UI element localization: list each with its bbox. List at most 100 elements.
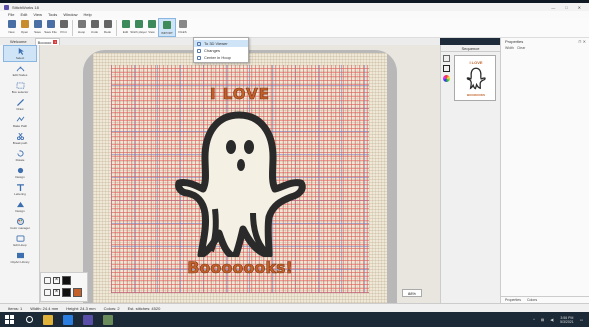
edit-button[interactable]: Edit (119, 18, 132, 37)
save-as-icon (46, 20, 55, 28)
status-width: Width: 24.4 mm (30, 305, 59, 311)
color-swatch-black[interactable] (62, 276, 71, 285)
menu-window[interactable]: Window (63, 12, 77, 17)
file-explorer-icon[interactable] (43, 314, 53, 325)
tool-edit-hoop[interactable]: Edit Hoop (3, 232, 37, 249)
tools-panel: Select Edit Nodes Box selector Draw Make… (0, 45, 40, 303)
properties-clear[interactable]: Clear (517, 46, 525, 50)
view-button[interactable]: View (145, 18, 158, 37)
menu-help[interactable]: Help (84, 12, 92, 17)
volume-icon[interactable]: ◀) (550, 318, 554, 322)
hoop-button[interactable]: Hoop (75, 18, 88, 37)
stitch-app-icon[interactable] (83, 314, 93, 325)
color-swatch-black[interactable] (62, 288, 71, 297)
import-dropdown: To 3D Viewer Changes Center in Hoop (193, 37, 249, 63)
title-bar: StitchWorks 18 — □ ✕ (0, 3, 589, 11)
tab-welcome[interactable]: Welcome (8, 38, 29, 45)
design-icon (16, 201, 24, 207)
game-app-icon[interactable] (103, 314, 113, 325)
main-toolbar: New Open Save Save File Print Hoop Undo … (0, 18, 589, 38)
files-button[interactable]: FILES (176, 18, 189, 37)
zoom-level[interactable]: 88% (402, 289, 422, 297)
dropdown-item-changes[interactable]: Changes (194, 47, 248, 54)
status-stitches: Est. stitches: 4520 (127, 305, 161, 311)
dropdown-item-3d-viewer[interactable]: To 3D Viewer (194, 40, 248, 47)
view-icon (147, 20, 156, 28)
design-canvas[interactable]: I LOVE Booooooks! 88% (40, 45, 440, 303)
status-colors: Colors: 2 (103, 305, 120, 311)
undo-button[interactable]: Undo (88, 18, 101, 37)
menu-view[interactable]: View (33, 12, 42, 17)
dropdown-item-center-in-hoop[interactable]: Center in Hoop (194, 54, 248, 61)
new-button[interactable]: New (5, 18, 18, 37)
printer-icon (59, 20, 68, 28)
panel-pin-icon[interactable]: ⊓ ✕ (578, 39, 589, 44)
changes-icon (197, 48, 201, 53)
tool-lettering[interactable]: Lettering (3, 181, 37, 198)
design-bottom-text[interactable]: Booooooks! (111, 258, 369, 278)
folder-icon (20, 20, 29, 28)
files-icon (178, 20, 187, 28)
clock[interactable]: 3:56 PM 5/3/2021 (560, 316, 574, 324)
square-icon[interactable] (443, 65, 450, 72)
design-thumbnail[interactable]: I LOVE BOOOOOKS (454, 55, 496, 101)
tool-edit-nodes[interactable]: Edit Nodes (3, 62, 37, 79)
eyedropper-icon[interactable] (44, 277, 51, 284)
no-color-icon[interactable]: × (53, 277, 60, 284)
tray-chevron-icon[interactable]: ^ (533, 318, 535, 322)
cube-icon (197, 41, 201, 46)
properties-width[interactable]: Width (505, 46, 514, 50)
box-select-icon (16, 81, 24, 89)
tool-design-2[interactable]: Design (3, 198, 37, 215)
close-tab-icon[interactable]: × (53, 40, 58, 44)
notifications-icon[interactable]: ▭ (580, 318, 583, 322)
sequence-title: Sequence (441, 45, 500, 52)
text-icon (16, 183, 24, 191)
windows-start-icon[interactable] (5, 315, 14, 324)
stitch-player-button[interactable]: Stitch player (130, 18, 147, 37)
network-icon[interactable]: ▤ (541, 318, 544, 322)
select-small-icon[interactable] (443, 55, 450, 62)
import-button[interactable]: IMPORT (158, 18, 176, 37)
save-file-button[interactable]: Save File (44, 18, 57, 37)
color-swatch-orange[interactable] (73, 288, 82, 297)
search-icon[interactable] (26, 316, 33, 323)
library-icon (16, 252, 24, 258)
shape-icon (17, 167, 23, 173)
tab-properties[interactable]: Properties (505, 298, 521, 302)
path-icon (16, 116, 24, 122)
ghost-illustration[interactable] (169, 109, 309, 257)
rotate-icon (16, 149, 24, 157)
save-button[interactable]: Save (31, 18, 44, 37)
tool-draw[interactable]: Draw (3, 96, 37, 113)
menu-file[interactable]: File (8, 12, 14, 17)
browser-icon[interactable] (63, 314, 73, 325)
maximize-button[interactable]: □ (565, 5, 567, 10)
color-wheel-icon[interactable] (443, 75, 450, 82)
import-icon (163, 21, 171, 29)
stitch-player-icon (134, 20, 143, 28)
tab-booooo[interactable]: Booooo × (34, 38, 61, 45)
tool-color-manager[interactable]: Color manager (3, 215, 37, 232)
close-button[interactable]: ✕ (578, 5, 581, 10)
properties-title: Properties (505, 39, 524, 44)
menu-tools[interactable]: Tools (48, 12, 57, 17)
tool-break-path[interactable]: Break path (3, 130, 37, 147)
tab-colors[interactable]: Colors (527, 298, 537, 302)
print-button[interactable]: Print (57, 18, 70, 37)
menu-edit[interactable]: Edit (20, 12, 27, 17)
minimize-button[interactable]: — (551, 5, 555, 10)
design-top-text[interactable]: I LOVE (111, 85, 369, 104)
fill-icon[interactable] (44, 289, 51, 296)
tool-make-path[interactable]: Make Path (3, 113, 37, 130)
tool-clipart-library[interactable]: ClipArt Library (3, 249, 37, 266)
properties-panel: Properties ⊓ ✕ Width Clear Properties Col… (500, 38, 589, 303)
redo-button[interactable]: Redo (101, 18, 114, 37)
os-taskbar: ^ ▤ ◀) 3:56 PM 5/3/2021 ▭ (0, 312, 589, 327)
tool-select[interactable]: Select (3, 45, 37, 62)
tool-box-selector[interactable]: Box selector (3, 79, 37, 96)
open-button[interactable]: Open (18, 18, 31, 37)
no-color-icon[interactable]: × (53, 289, 60, 296)
tool-rotate[interactable]: Rotate (3, 147, 37, 164)
tool-design[interactable]: Design (3, 164, 37, 181)
